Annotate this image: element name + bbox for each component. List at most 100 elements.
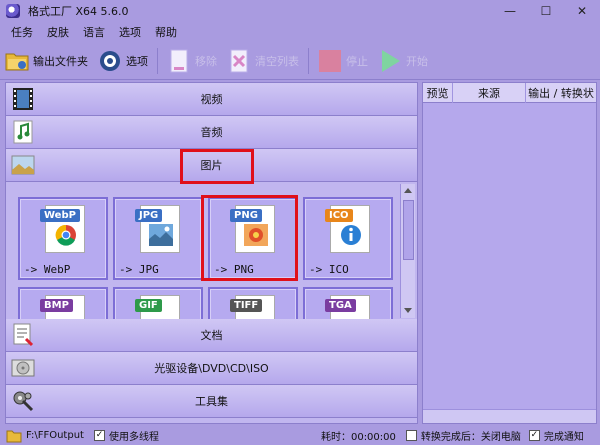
disc-drive-icon	[10, 355, 36, 381]
format-badge: WebP	[40, 209, 80, 222]
menu-language[interactable]: 语言	[76, 24, 112, 40]
play-icon	[378, 49, 402, 73]
format-badge: JPG	[135, 209, 163, 222]
document-icon	[10, 322, 36, 348]
options-label: 选项	[126, 54, 148, 68]
multithread-option[interactable]: ✓ 使用多线程	[93, 428, 159, 443]
after-convert-option[interactable]: 转换完成后：关闭电脑	[405, 428, 521, 443]
format-tga-tile[interactable]: TGA	[303, 287, 393, 319]
category-tools[interactable]: 工具集	[6, 385, 417, 418]
format-bmp-tile[interactable]: BMP	[18, 287, 108, 319]
highlight-png-format	[201, 195, 298, 281]
toolbar-divider	[157, 47, 158, 74]
notify-checkbox[interactable]: ✓	[528, 430, 540, 441]
format-badge: GIF	[135, 299, 162, 312]
toolbar: 输出文件夹 选项 移除 清空列表 停止 开始	[0, 42, 600, 80]
menu-task[interactable]: 任务	[4, 24, 40, 40]
format-jpg-label: -> JPG	[119, 263, 159, 276]
clear-list-button[interactable]: 清空列表	[222, 46, 304, 76]
after-convert-checkbox[interactable]	[405, 430, 417, 441]
window-title: 格式工厂 X64 5.6.0	[28, 5, 129, 18]
clear-list-label: 清空列表	[255, 54, 299, 68]
title-bar: 格式工厂 X64 5.6.0 — ☐ ✕	[0, 0, 600, 22]
stop-button[interactable]: 停止	[313, 46, 373, 76]
category-tools-label: 工具集	[195, 395, 228, 408]
file-icon: BMP	[40, 295, 85, 319]
remove-button[interactable]: 移除	[162, 46, 222, 76]
multithread-label: 使用多线程	[108, 432, 159, 443]
column-source[interactable]: 来源	[453, 83, 526, 103]
clear-icon	[227, 49, 251, 73]
folder-icon	[6, 430, 22, 442]
file-icon: TGA	[325, 295, 370, 319]
elapsed-time: 耗时：00:00:00	[320, 432, 396, 443]
options-button[interactable]: 选项	[93, 46, 153, 76]
landscape-icon	[149, 224, 173, 246]
remove-label: 移除	[195, 54, 217, 68]
film-icon	[10, 86, 36, 112]
status-bar: F:\FFOutput ✓ 使用多线程 耗时：00:00:00 转换完成后：关闭…	[0, 426, 600, 445]
menu-bar: 任务 皮肤 语言 选项 帮助	[0, 22, 600, 42]
start-button[interactable]: 开始	[373, 46, 433, 76]
format-ico-tile[interactable]: ICO -> ICO	[303, 197, 393, 280]
settings-icon	[98, 49, 122, 73]
info-icon	[341, 225, 361, 245]
folder-icon	[5, 49, 29, 73]
format-gif-tile[interactable]: GIF	[113, 287, 203, 319]
multithread-checkbox[interactable]: ✓	[93, 430, 105, 441]
stop-icon	[318, 49, 342, 73]
format-webp-label: -> WebP	[24, 263, 71, 276]
output-folder-label: 输出文件夹	[33, 54, 88, 68]
app-logo-icon	[6, 4, 20, 18]
category-document-label: 文档	[200, 329, 223, 342]
format-webp-tile[interactable]: WebP -> WebP	[18, 197, 108, 280]
column-preview[interactable]: 预览	[423, 83, 453, 103]
format-badge: TGA	[325, 299, 356, 312]
scroll-up-arrow[interactable]	[404, 188, 412, 193]
maximize-button[interactable]: ☐	[528, 0, 564, 22]
format-badge: TIFF	[230, 299, 263, 312]
task-list-panel: 预览 来源 输出 / 转换状	[422, 82, 597, 424]
file-icon: WebP	[40, 205, 85, 253]
file-icon: GIF	[135, 295, 180, 319]
format-scrollbar[interactable]	[400, 184, 415, 318]
output-path-text: F:\FFOutput	[26, 430, 84, 441]
category-audio[interactable]: 音频	[6, 116, 417, 149]
category-optical[interactable]: 光驱设备\DVD\CD\ISO	[6, 352, 417, 385]
minimize-button[interactable]: —	[492, 0, 528, 22]
highlight-image-category	[180, 149, 254, 184]
format-ico-label: -> ICO	[309, 263, 349, 276]
file-icon: ICO	[325, 205, 370, 253]
category-video-label: 视频	[200, 93, 223, 106]
stop-label: 停止	[346, 54, 368, 68]
file-icon: JPG	[135, 205, 180, 253]
column-output-status[interactable]: 输出 / 转换状	[526, 83, 596, 103]
format-badge: ICO	[325, 209, 353, 222]
menu-options[interactable]: 选项	[112, 24, 148, 40]
output-path-segment[interactable]: F:\FFOutput	[6, 429, 84, 443]
scroll-down-arrow[interactable]	[404, 308, 412, 313]
category-video[interactable]: 视频	[6, 83, 417, 116]
after-convert-label: 转换完成后：关闭电脑	[420, 432, 521, 443]
start-label: 开始	[406, 54, 428, 68]
file-icon: TIFF	[230, 295, 275, 319]
picture-icon	[10, 152, 36, 178]
category-document[interactable]: 文档	[6, 319, 417, 352]
category-optical-label: 光驱设备\DVD\CD\ISO	[154, 362, 269, 375]
music-note-icon	[10, 119, 36, 145]
task-list-header: 预览 来源 输出 / 转换状	[423, 83, 596, 103]
remove-icon	[167, 49, 191, 73]
menu-help[interactable]: 帮助	[148, 24, 184, 40]
menu-skin[interactable]: 皮肤	[40, 24, 76, 40]
format-badge: BMP	[40, 299, 73, 312]
close-button[interactable]: ✕	[564, 0, 600, 22]
notify-option[interactable]: ✓ 完成通知	[528, 428, 584, 443]
category-audio-label: 音频	[200, 126, 223, 139]
scroll-thumb[interactable]	[403, 200, 414, 260]
format-tiff-tile[interactable]: TIFF	[208, 287, 298, 319]
notify-label: 完成通知	[543, 432, 584, 443]
output-folder-button[interactable]: 输出文件夹	[0, 46, 93, 76]
toolbar-divider	[308, 47, 309, 74]
format-jpg-tile[interactable]: JPG -> JPG	[113, 197, 203, 280]
task-list-hscrollbar[interactable]	[423, 409, 596, 423]
